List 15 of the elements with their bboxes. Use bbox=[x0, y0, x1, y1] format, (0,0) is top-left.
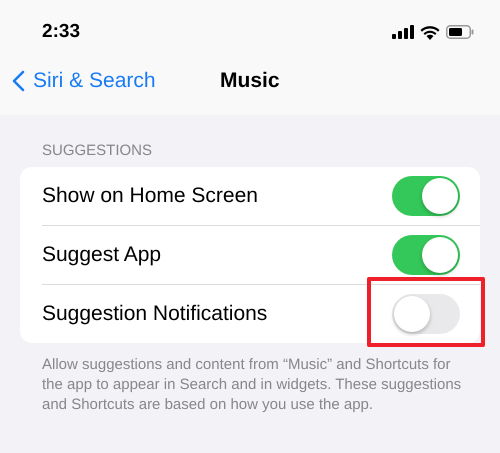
toggle-switch[interactable] bbox=[392, 176, 460, 216]
chevron-left-icon bbox=[12, 70, 25, 92]
back-button[interactable]: Siri & Search bbox=[12, 68, 156, 92]
section-footer: Allow suggestions and content from “Music” and Shortcuts for the app to appear in Search and in widgets. These suggestions and Shortcuts are based on how you use the app. bbox=[20, 355, 480, 415]
signal-icon bbox=[392, 25, 414, 39]
section-header: SUGGESTIONS bbox=[41, 141, 154, 161]
toggle-switch[interactable] bbox=[392, 294, 460, 334]
page-title: Music bbox=[220, 68, 280, 92]
wifi-icon bbox=[420, 24, 440, 40]
setting-label: Suggest App bbox=[42, 243, 162, 267]
setting-label: Show on Home Screen bbox=[42, 184, 258, 208]
toggle-switch[interactable] bbox=[392, 235, 460, 275]
setting-label: Suggestion Notifications bbox=[42, 302, 268, 326]
battery-icon bbox=[446, 25, 474, 39]
status-time: 2:33 bbox=[42, 21, 80, 43]
